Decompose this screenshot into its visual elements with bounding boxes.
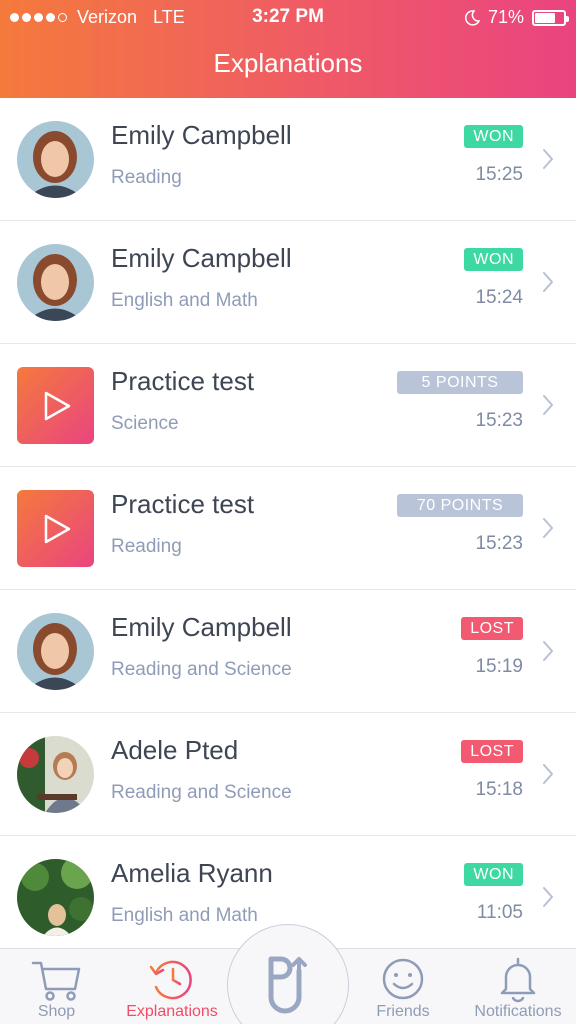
result-badge: LOST	[461, 740, 523, 763]
tab-notifications[interactable]: Notifications	[460, 949, 576, 1024]
chevron-right-icon	[543, 764, 553, 784]
item-name: Emily Campbell	[111, 120, 292, 150]
avatar	[17, 736, 94, 813]
status-bar: Verizon LTE 3:27 PM 71%	[0, 0, 576, 34]
tab-shop-label: Shop	[37, 1003, 76, 1020]
item-time: 15:24	[475, 287, 523, 308]
status-right: 71%	[464, 7, 569, 28]
result-badge: WON	[464, 248, 523, 271]
app-logo-icon	[268, 956, 307, 1014]
chevron-right-icon	[543, 641, 553, 661]
item-subject: Reading	[111, 536, 182, 557]
avatar	[17, 613, 94, 690]
list-item[interactable]: Adele Pted Reading and Science LOST 15:18	[0, 713, 576, 836]
tab-explanations[interactable]: Explanations	[113, 949, 231, 1024]
item-subject: Reading	[111, 167, 182, 188]
item-time: 15:23	[475, 410, 523, 431]
chevron-right-icon	[543, 887, 553, 907]
play-icon	[44, 391, 70, 420]
avatar-emily-icon	[17, 613, 94, 690]
item-name: Emily Campbell	[111, 243, 292, 273]
avatar	[17, 121, 94, 198]
header: Verizon LTE 3:27 PM 71% Explanations	[0, 0, 576, 98]
tab-friends[interactable]: Friends	[349, 949, 457, 1024]
item-subject: English and Math	[111, 290, 258, 311]
item-subject: Reading and Science	[111, 659, 292, 680]
battery-fill	[535, 12, 555, 23]
item-subject: Reading and Science	[111, 782, 292, 803]
page-title: Explanations	[213, 48, 363, 78]
list-item[interactable]: Emily Campbell English and Math WON 15:24	[0, 221, 576, 344]
item-name: Amelia Ryann	[111, 858, 273, 888]
chevron-right-icon	[543, 395, 553, 415]
item-name: Emily Campbell	[111, 612, 292, 642]
result-badge: 70 POINTS	[397, 494, 523, 517]
result-badge: LOST	[461, 617, 523, 640]
do-not-disturb-moon-icon	[464, 9, 480, 26]
list-item[interactable]: Emily Campbell Reading WON 15:25	[0, 98, 576, 221]
item-name: Practice test	[111, 489, 255, 519]
list-item[interactable]: Practice test Reading 70 POINTS 15:23	[0, 467, 576, 590]
item-subject: English and Math	[111, 905, 258, 926]
avatar	[17, 244, 94, 321]
list-item[interactable]: Emily Campbell Reading and Science LOST 15:…	[0, 590, 576, 713]
item-time: 15:19	[475, 656, 523, 677]
shopping-cart-icon	[31, 961, 80, 1001]
item-time: 15:23	[475, 533, 523, 554]
avatar-emily-icon	[17, 121, 94, 198]
practice-test-thumbnail	[17, 367, 94, 444]
smiley-face-icon	[382, 958, 424, 1000]
chevron-right-icon	[543, 518, 553, 538]
tab-notifications-label: Notifications	[474, 1003, 562, 1020]
tab-shop[interactable]: Shop	[0, 949, 113, 1024]
item-name: Practice test	[111, 366, 255, 396]
avatar	[17, 859, 94, 936]
bell-icon	[500, 957, 536, 1003]
chevron-right-icon	[543, 149, 553, 169]
battery-icon	[532, 9, 569, 26]
explanations-list: Emily Campbell Reading WON 15:25 Emily Campb…	[0, 98, 576, 948]
tab-explanations-label: Explanations	[126, 1003, 218, 1020]
tab-friends-label: Friends	[376, 1003, 430, 1020]
item-time: 15:25	[475, 164, 523, 185]
item-name: Adele Pted	[111, 735, 239, 765]
battery-percent: 71%	[487, 7, 524, 27]
list-item[interactable]: Practice test Science 5 POINTS 15:23	[0, 344, 576, 467]
history-clock-icon	[149, 960, 192, 1000]
result-badge: WON	[464, 863, 523, 886]
avatar-adele-icon	[17, 736, 94, 813]
result-badge: WON	[464, 125, 523, 148]
avatar-emily-icon	[17, 244, 94, 321]
avatar-amelia-icon	[17, 859, 94, 936]
item-subject: Science	[111, 413, 179, 434]
chevron-right-icon	[543, 272, 553, 292]
practice-test-thumbnail	[17, 490, 94, 567]
item-time: 11:05	[476, 902, 523, 923]
item-time: 15:18	[475, 779, 523, 800]
play-icon	[44, 514, 70, 543]
result-badge: 5 POINTS	[397, 371, 523, 394]
